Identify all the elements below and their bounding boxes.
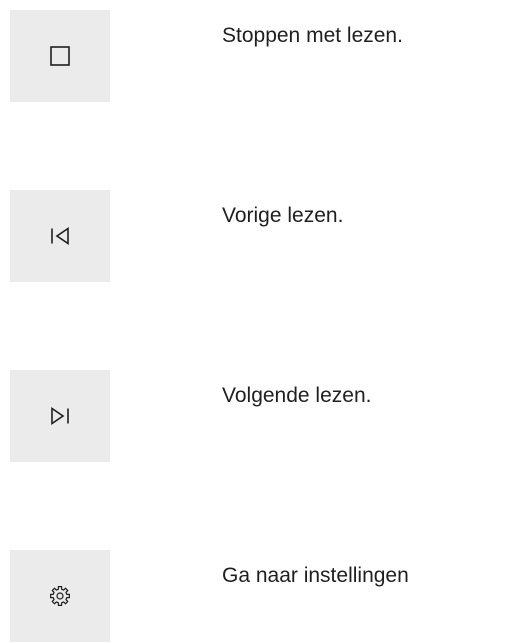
stop-button[interactable] <box>10 10 110 102</box>
skip-previous-icon <box>49 225 71 247</box>
stop-icon <box>49 45 71 67</box>
previous-button[interactable] <box>10 190 110 282</box>
stop-reading-row: Stoppen met lezen. <box>0 10 505 102</box>
read-next-row: Volgende lezen. <box>0 370 505 462</box>
read-previous-row: Vorige lezen. <box>0 190 505 282</box>
settings-button[interactable] <box>10 550 110 642</box>
settings-label: Ga naar instellingen <box>222 564 409 587</box>
skip-next-icon <box>49 405 71 427</box>
read-previous-label: Vorige lezen. <box>222 204 344 227</box>
gear-icon <box>49 585 71 607</box>
settings-row: Ga naar instellingen <box>0 550 505 642</box>
stop-reading-label: Stoppen met lezen. <box>222 24 403 47</box>
read-next-label: Volgende lezen. <box>222 384 372 407</box>
next-button[interactable] <box>10 370 110 462</box>
